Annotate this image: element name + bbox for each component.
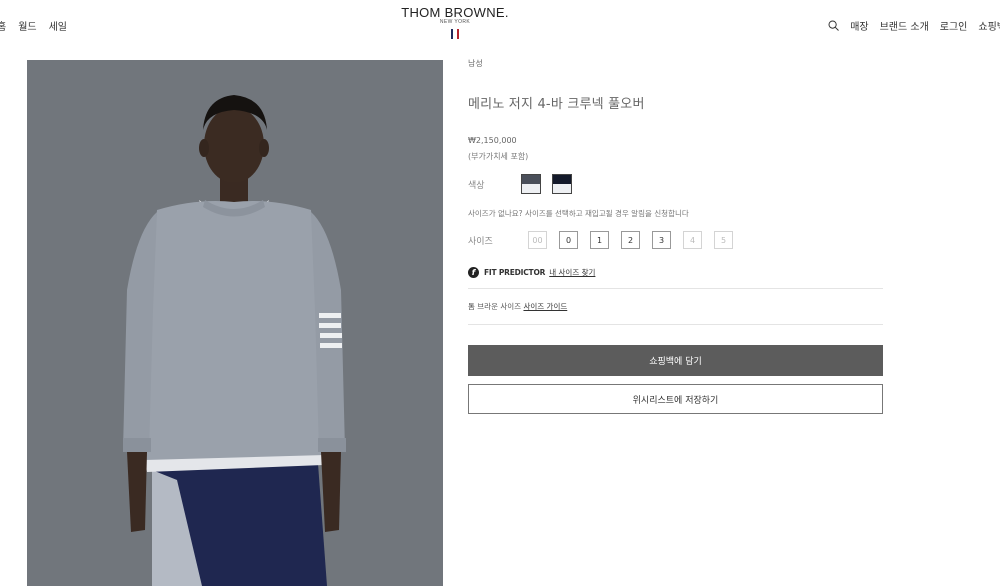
nav-login[interactable]: 로그인 [940, 18, 968, 33]
tricolor-flag-icon [0, 29, 910, 39]
size-restock-notice: 사이즈가 없나요? 사이즈를 선택하고 재입고될 경우 알림을 신청합니다 [468, 209, 689, 218]
model-illustration [27, 60, 443, 586]
vat-note: (부가가치세 포함) [468, 152, 529, 161]
size-option-00[interactable]: 00 [528, 231, 547, 249]
swatch-top [553, 175, 571, 184]
color-selector: 색상 [468, 174, 883, 194]
nav-shopping-bag[interactable]: 쇼핑백 [978, 18, 1000, 33]
swatch-top [522, 175, 540, 184]
find-my-size-link[interactable]: 내 사이즈 찾기 [549, 267, 595, 278]
product-price: ₩2,150,000 [468, 136, 517, 145]
flag-stripe-red [457, 29, 459, 39]
product-image[interactable] [27, 60, 443, 586]
swatch-bottom [522, 184, 540, 193]
nav-stores[interactable]: 매장 [850, 18, 868, 33]
flag-stripe-navy [451, 29, 453, 39]
flag-stripe-white [454, 29, 456, 39]
add-to-bag-button[interactable]: 쇼핑백에 담기 [468, 345, 883, 376]
fit-predictor: f FIT PREDICTOR 내 사이즈 찾기 [468, 267, 883, 278]
search-icon[interactable] [828, 20, 840, 31]
color-label: 색상 [468, 180, 485, 191]
size-option-1[interactable]: 1 [590, 231, 609, 249]
size-option-4[interactable]: 4 [683, 231, 702, 249]
swatch-bottom [553, 184, 571, 193]
product-gender: 남성 [468, 59, 483, 68]
logo-subtitle: NEW YORK [439, 19, 471, 25]
size-option-2[interactable]: 2 [621, 231, 640, 249]
size-selector: 사이즈 00 0 1 2 3 4 5 [468, 231, 883, 249]
color-swatch-grey[interactable] [521, 174, 541, 194]
logo-brand: THOM BROWNE. [401, 5, 509, 20]
size-guide-prefix: 톰 브라운 사이즈 [468, 302, 522, 311]
size-option-0[interactable]: 0 [559, 231, 578, 249]
size-option-3[interactable]: 3 [652, 231, 671, 249]
brand-logo[interactable]: THOM BROWNE. NEW YORK [0, 5, 910, 39]
size-option-5[interactable]: 5 [714, 231, 733, 249]
divider [468, 324, 883, 325]
size-label: 사이즈 [468, 236, 493, 247]
product-title: 메리노 저지 4-바 크루넥 풀오버 [468, 97, 645, 112]
color-swatch-navy[interactable] [552, 174, 572, 194]
product-info: 남성 메리노 저지 4-바 크루넥 풀오버 ₩2,150,000 (부가가치세 … [468, 58, 883, 414]
nav-right: 매장 브랜드 소개 로그인 쇼핑백 [828, 18, 1000, 33]
nav-brand-story[interactable]: 브랜드 소개 [880, 18, 929, 33]
size-guide-row: 톰 브라운 사이즈 사이즈 가이드 [468, 289, 883, 324]
fit-predictor-label: FIT PREDICTOR [484, 268, 546, 277]
size-guide-link[interactable]: 사이즈 가이드 [523, 302, 567, 311]
save-to-wishlist-button[interactable]: 위시리스트에 저장하기 [468, 384, 883, 414]
fit-predictor-icon: f [468, 267, 479, 278]
